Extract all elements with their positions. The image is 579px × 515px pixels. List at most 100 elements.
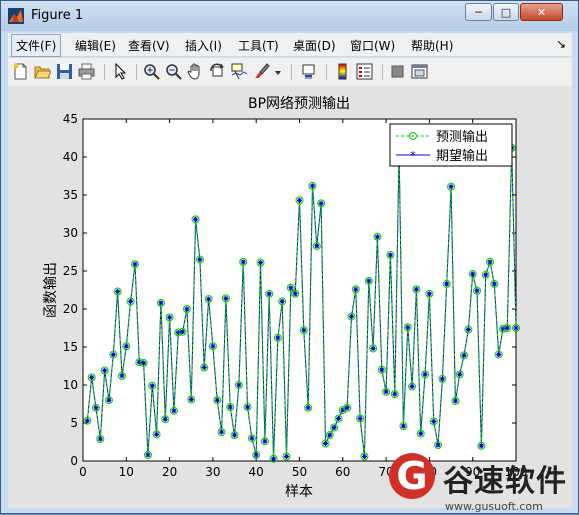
menu-edit[interactable]: 编辑(E) <box>72 36 119 55</box>
pan-hand-icon[interactable] <box>187 63 204 80</box>
data-point-expected <box>145 452 151 458</box>
menu-tools[interactable]: 工具(T) <box>235 36 282 55</box>
data-point-expected <box>258 260 264 266</box>
data-point-expected <box>232 432 238 438</box>
save-icon[interactable] <box>56 63 73 80</box>
y-tick-label: 0 <box>70 454 78 468</box>
data-cursor-icon[interactable] <box>231 63 248 80</box>
data-point-expected <box>106 397 112 403</box>
data-point-expected <box>353 286 359 292</box>
data-point-expected <box>214 397 220 403</box>
data-point-expected <box>253 452 259 458</box>
data-point-expected <box>266 291 272 297</box>
data-point-expected <box>357 415 363 421</box>
data-point-expected <box>288 285 294 291</box>
x-tick-label: 60 <box>335 465 350 479</box>
y-tick-label: 10 <box>63 378 78 392</box>
data-point-expected <box>262 438 268 444</box>
data-point-expected <box>457 371 463 377</box>
data-point-expected <box>219 429 225 435</box>
y-tick-label: 20 <box>63 302 78 316</box>
data-point-expected <box>370 346 376 352</box>
brush-dropdown-icon[interactable] <box>273 63 283 80</box>
maximize-button[interactable]: □ <box>493 3 519 21</box>
y-tick-label: 45 <box>63 112 78 126</box>
data-point-expected <box>119 373 125 379</box>
brush-icon[interactable] <box>253 63 270 80</box>
data-point-expected <box>275 335 281 341</box>
edit-plot-arrow-icon[interactable] <box>112 63 129 80</box>
y-tick-label: 30 <box>63 226 78 240</box>
colorbar-icon[interactable] <box>334 63 351 80</box>
data-point-expected <box>487 259 493 265</box>
data-point-expected <box>193 216 199 222</box>
data-point-expected <box>102 368 108 374</box>
x-tick-label: 50 <box>292 465 307 479</box>
menu-window[interactable]: 窗口(W) <box>347 36 398 55</box>
data-point-expected <box>292 291 298 297</box>
data-point-expected <box>483 272 489 278</box>
data-point-expected <box>431 418 437 424</box>
new-figure-icon[interactable] <box>12 63 29 80</box>
data-point-expected <box>210 343 216 349</box>
x-tick-label: 20 <box>162 465 177 479</box>
menu-file[interactable]: 文件(F) <box>11 34 62 57</box>
x-tick-label: 0 <box>79 465 87 479</box>
print-icon[interactable] <box>78 63 95 80</box>
menu-insert[interactable]: 插入(I) <box>182 36 225 55</box>
data-point-expected <box>504 325 510 331</box>
data-point-expected <box>405 324 411 330</box>
matlab-app-icon <box>8 8 24 24</box>
open-file-icon[interactable] <box>34 63 51 80</box>
menu-help[interactable]: 帮助(H) <box>408 36 456 55</box>
toolbar <box>8 57 572 86</box>
data-point-expected <box>452 398 458 404</box>
data-point-expected <box>180 329 186 335</box>
data-point-expected <box>93 405 99 411</box>
data-point-expected <box>132 261 138 267</box>
zoom-in-icon[interactable] <box>143 63 160 80</box>
data-point-expected <box>227 404 233 410</box>
toolbar-separator <box>104 64 105 80</box>
data-point-expected <box>89 374 95 380</box>
legend-icon[interactable] <box>356 63 373 80</box>
data-point-expected <box>366 278 372 284</box>
hide-plot-tools-icon[interactable] <box>389 63 406 80</box>
toolbar-separator <box>382 64 383 80</box>
legend-label-predicted: 预测输出 <box>436 129 488 145</box>
data-point-expected <box>448 184 454 190</box>
data-point-expected <box>184 306 190 312</box>
data-point-expected <box>465 327 471 333</box>
menu-desktop[interactable]: 桌面(D) <box>290 36 339 55</box>
rotate-3d-icon[interactable] <box>209 63 226 80</box>
data-point-expected <box>154 431 160 437</box>
data-point-expected <box>279 298 285 304</box>
window-title: Figure 1 <box>31 8 84 23</box>
show-plot-tools-icon[interactable] <box>411 63 428 80</box>
y-tick-label: 5 <box>70 416 78 430</box>
menu-view[interactable]: 查看(V) <box>125 36 173 55</box>
data-point-expected <box>478 443 484 449</box>
data-point-expected <box>84 418 90 424</box>
data-point-expected <box>426 291 432 297</box>
data-point-expected <box>439 376 445 382</box>
data-point-expected <box>123 343 129 349</box>
y-tick-label: 40 <box>63 150 78 164</box>
close-button[interactable]: ✕ <box>520 3 563 21</box>
link-plot-icon[interactable] <box>300 63 317 80</box>
x-tick-label: 10 <box>119 465 134 479</box>
data-point-expected <box>149 383 155 389</box>
legend[interactable]: 预测输出 * 期望输出 <box>389 123 513 167</box>
zoom-out-icon[interactable] <box>165 63 182 80</box>
data-point-expected <box>162 416 168 422</box>
data-point-expected <box>413 286 419 292</box>
data-point-expected <box>422 371 428 377</box>
minimize-button[interactable]: ─ <box>465 3 492 21</box>
title-bar[interactable]: Figure 1 ─ □ ✕ <box>1 1 578 31</box>
data-point-expected <box>110 352 116 358</box>
data-point-expected <box>206 296 212 302</box>
menu-dock-icon[interactable]: ↘ <box>556 37 566 51</box>
y-tick-label: 35 <box>63 188 78 202</box>
data-point-expected <box>158 300 164 306</box>
data-point-expected <box>223 295 229 301</box>
